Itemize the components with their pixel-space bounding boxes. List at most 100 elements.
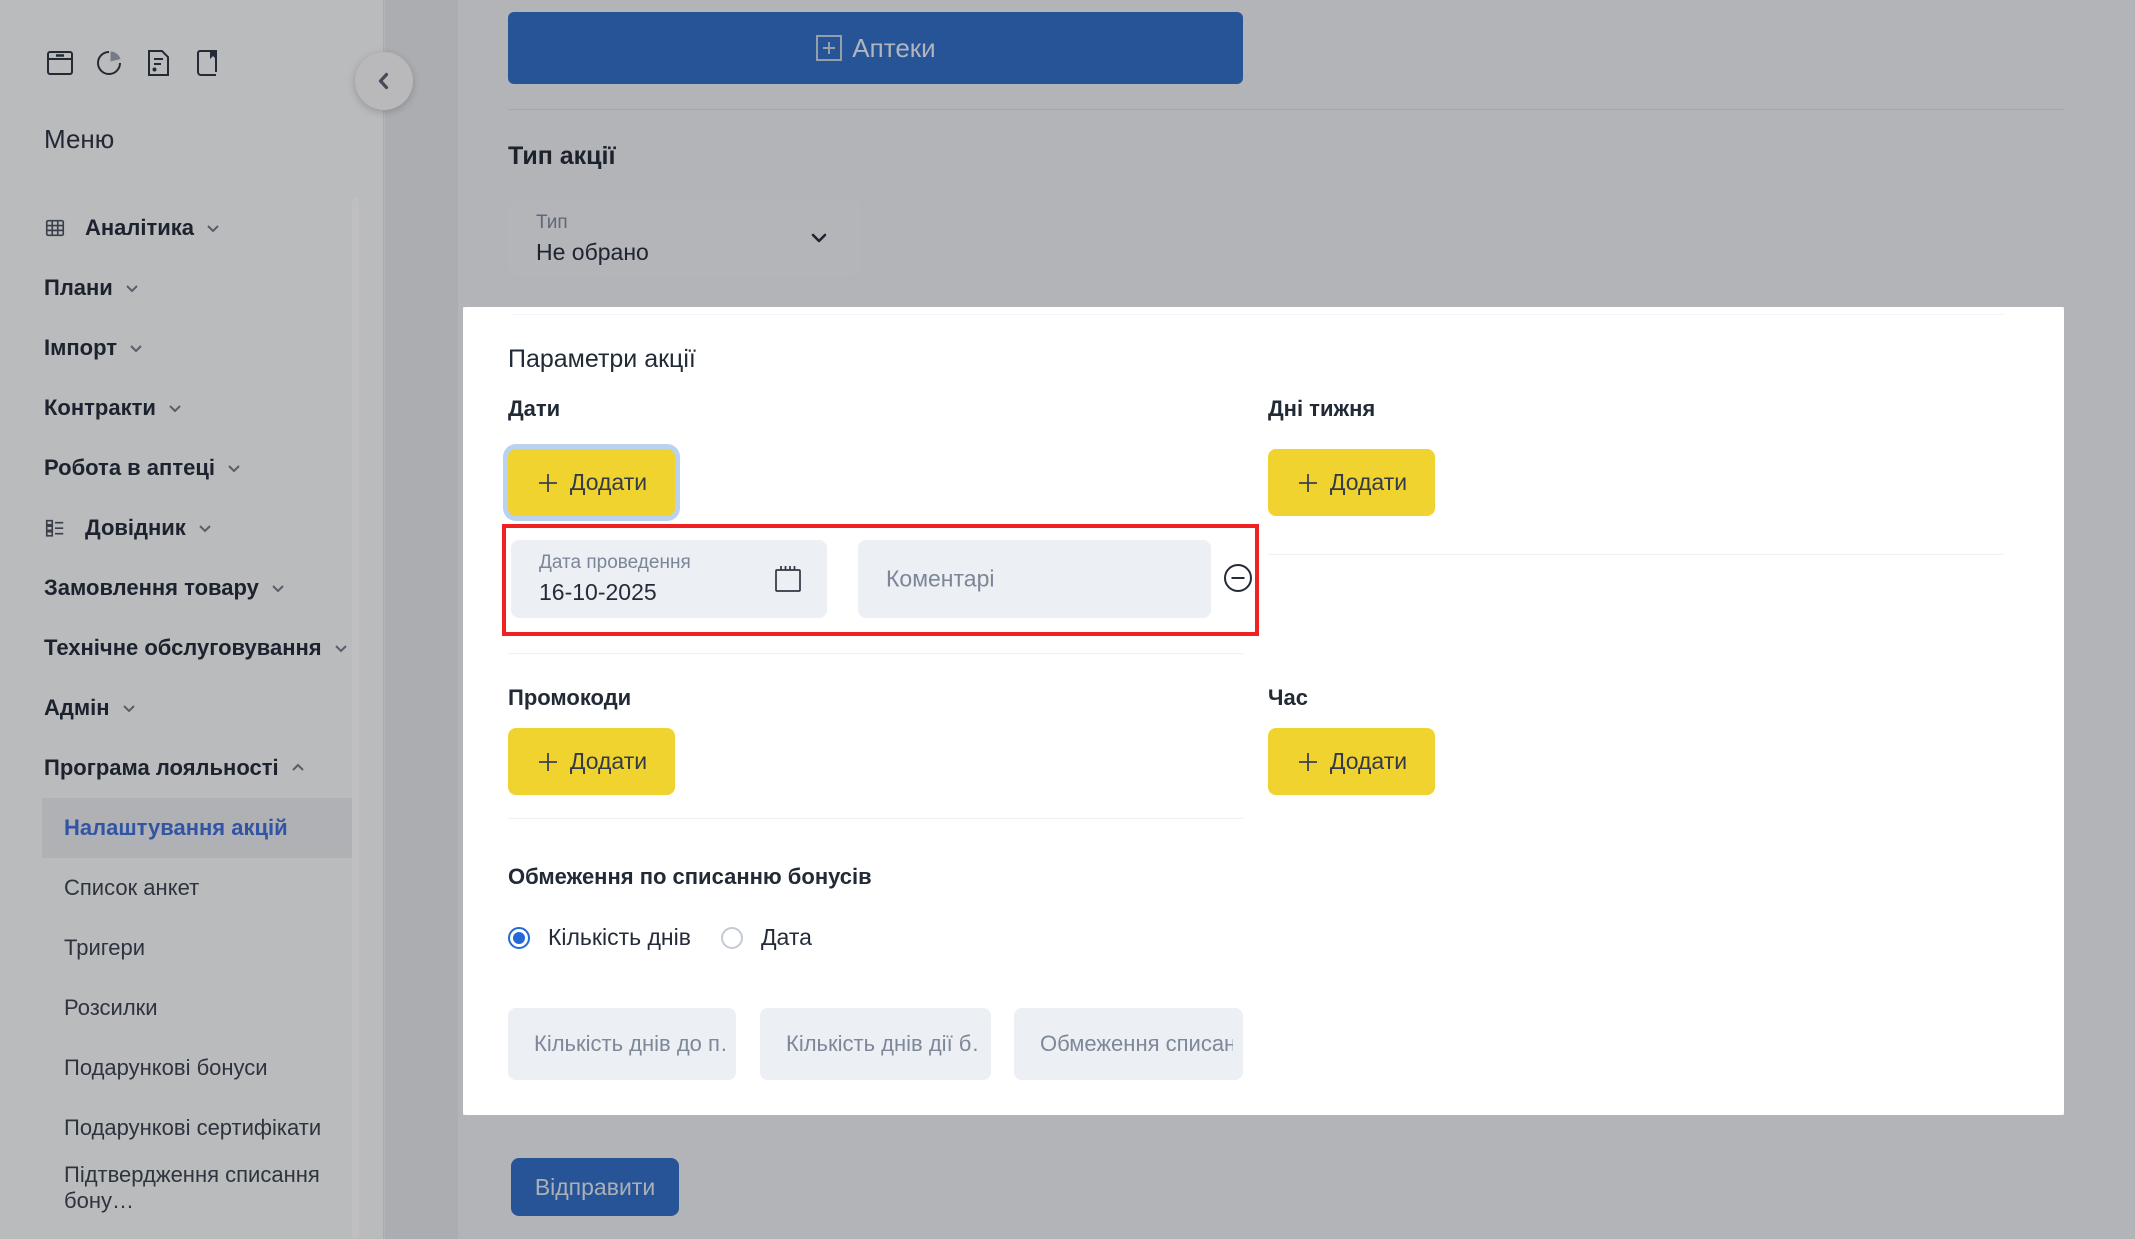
sidebar-item-label: Довідник [85,515,186,541]
add-date-button[interactable]: Додати [508,449,675,516]
bonus-validity-days-field[interactable]: Кількість днів дії б… [760,1008,991,1080]
sidebar-subitem-tryhery[interactable]: Тригери [0,918,384,978]
writeoff-limit-field[interactable]: Обмеження списан… [1014,1008,1243,1080]
sidebar-item-label: Контракти [44,395,156,421]
chevron-up-icon [290,760,306,776]
pharmacies-button[interactable]: Аптеки [508,12,1243,84]
add-time-button[interactable]: Додати [1268,728,1435,795]
sidebar-item-label: Програма лояльності [44,755,279,781]
sidebar-item-import[interactable]: Імпорт [0,318,384,378]
chevron-down-icon [333,640,349,656]
remove-date-row-button[interactable] [1219,559,1257,597]
bonus-validity-placeholder: Кількість днів дії б… [786,1031,981,1057]
radio-days-option[interactable]: Кількість днів [508,924,691,951]
divider [1268,554,2003,555]
days-before-field[interactable]: Кількість днів до п… [508,1008,736,1080]
sidebar-item-label: Замовлення товару [44,575,259,601]
pharmacies-button-label: Аптеки [852,33,935,64]
plus-square-icon [815,34,843,62]
sidebar-item-label: Адмін [44,695,110,721]
sidebar-subitem-label: Список анкет [64,875,199,901]
divider [512,314,2003,315]
sidebar-subitem-pidtverdzhennya-spysannya[interactable]: Підтвердження списання бону… [0,1158,384,1218]
radio-days-label: Кількість днів [548,924,691,951]
sidebar-item-label: Плани [44,275,113,301]
radio-unselected-icon [721,927,743,949]
submit-button[interactable]: Відправити [511,1158,679,1216]
sidebar-collapse-button[interactable] [355,52,413,110]
chevron-down-icon [270,580,286,596]
list-icon [44,517,66,539]
sidebar-subitem-label: Розсилки [64,995,158,1021]
add-date-button-label: Додати [570,469,647,496]
plus-icon [536,750,560,774]
sidebar-scrollbar[interactable] [352,198,359,1239]
divider [508,818,1243,819]
date-field-value: 16-10-2025 [539,579,657,606]
promo-parameters-panel: Параметри акції Дати Додати Дата проведе… [463,307,2064,1115]
archive-icon[interactable] [44,46,76,80]
select-value: Не обрано [536,239,649,266]
sidebar-subitem-label: Підтвердження списання бону… [64,1162,384,1214]
chevron-down-icon [205,220,221,236]
bonus-limits-title: Обмеження по списанню бонусів [508,864,872,890]
sidebar: Меню Аналітика Плани Імпорт [0,0,384,1239]
radio-date-option[interactable]: Дата [721,924,812,951]
sidebar-item-zamovlennya-tovaru[interactable]: Замовлення товару [0,558,384,618]
sidebar-item-robota-v-aptetsi[interactable]: Робота в аптеці [0,438,384,498]
sidebar-subitem-label: Налаштування акцій [64,815,288,841]
radio-selected-icon [508,927,530,949]
sidebar-subitem-podarunkovi-bonusy[interactable]: Подарункові бонуси [0,1038,384,1098]
add-weekday-button[interactable]: Додати [1268,449,1435,516]
sidebar-item-plany[interactable]: Плани [0,258,384,318]
comment-field[interactable]: Коментарі [858,540,1211,618]
add-promocode-button[interactable]: Додати [508,728,675,795]
sidebar-subitem-nalashtuvannya-aktsiy[interactable]: Налаштування акцій [42,798,356,858]
plus-icon [1296,471,1320,495]
main-content: Аптеки Тип акції Тип Не обрано Параметри… [385,0,2135,1239]
weekdays-section-title: Дні тижня [1268,396,1375,422]
document-icon[interactable] [142,46,174,80]
sidebar-item-kontrakty[interactable]: Контракти [0,378,384,438]
sidebar-item-admin[interactable]: Адмін [0,678,384,738]
pie-chart-icon[interactable] [93,46,125,80]
sidebar-subitem-spysok-anket[interactable]: Список анкет [0,858,384,918]
book-icon[interactable] [191,46,223,80]
sidebar-subitem-podarunkovi-sertyfikaty[interactable]: Подарункові сертифікати [0,1098,384,1158]
sidebar-item-analitika[interactable]: Аналітика [0,198,384,258]
plus-icon [1296,750,1320,774]
sidebar-subitem-label: Тригери [64,935,145,961]
sidebar-item-dovidnyk[interactable]: Довідник [0,498,384,558]
dates-section-title: Дати [508,396,560,422]
chevron-down-icon [167,400,183,416]
sidebar-item-label: Аналітика [85,215,194,241]
table-icon [44,217,66,239]
bonus-limit-radio-group: Кількість днів Дата [508,924,812,951]
sidebar-item-label: Робота в аптеці [44,455,215,481]
date-field[interactable]: Дата проведення 16-10-2025 [511,540,827,618]
promo-type-title: Тип акції [508,142,616,171]
panel-title: Параметри акції [508,345,696,374]
writeoff-limit-placeholder: Обмеження списан… [1040,1031,1233,1057]
chevron-down-icon [807,226,831,250]
chevron-down-icon [121,700,137,716]
sidebar-menu: Аналітика Плани Імпорт Контракти Робота [0,198,384,1218]
time-section-title: Час [1268,685,1308,711]
divider [508,653,1243,654]
sidebar-item-label: Імпорт [44,335,117,361]
sidebar-item-tekhnichne-obsluhovuvannya[interactable]: Технічне обслуговування [0,618,384,678]
comment-field-placeholder: Коментарі [886,566,994,593]
calendar-icon[interactable] [771,562,805,596]
sidebar-subitem-label: Подарункові бонуси [64,1055,268,1081]
sidebar-item-prohrama-loyalnosti[interactable]: Програма лояльності [0,738,384,798]
plus-icon [536,471,560,495]
promocodes-section-title: Промокоди [508,685,631,711]
sidebar-item-label: Технічне обслуговування [44,635,322,661]
promo-type-select[interactable]: Тип Не обрано [508,199,861,276]
date-field-label: Дата проведення [539,552,691,574]
sidebar-subitem-rozsylky[interactable]: Розсилки [0,978,384,1038]
sidebar-title: Меню [44,124,114,155]
sidebar-subitem-label: Подарункові сертифікати [64,1115,321,1141]
select-label: Тип [536,212,568,234]
sidebar-toolbar [44,46,223,80]
